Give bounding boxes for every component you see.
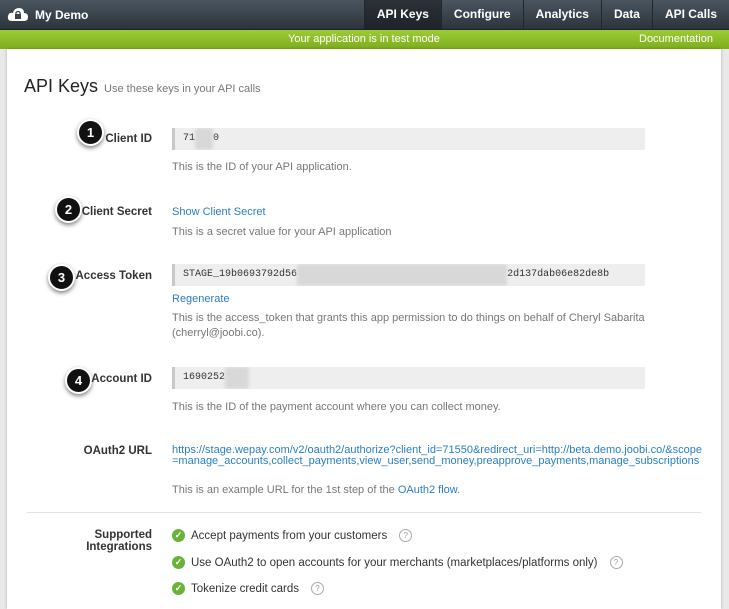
nav-data[interactable]: Data	[600, 0, 652, 29]
nav-configure[interactable]: Configure	[440, 0, 523, 29]
access-token-value-end: 2d137dab06e82de8b	[507, 269, 610, 280]
access-token-label: Access Token	[75, 270, 153, 282]
test-mode-message: Your application is in test mode	[288, 33, 440, 45]
api-keys-panel: API Keys Use these keys in your API calls…	[7, 49, 721, 609]
check-circle-icon: ✓	[172, 582, 185, 595]
client-id-value-end: 0	[213, 133, 220, 144]
page-title: API Keys Use these keys in your API calls	[24, 76, 261, 97]
redacted-value: XXX	[195, 128, 214, 150]
help-question-icon[interactable]: ?	[399, 529, 413, 542]
nav-api-calls[interactable]: API Calls	[651, 0, 729, 29]
oauth2-flow-link[interactable]: OAuth2 flow	[398, 484, 457, 496]
nav-api-keys[interactable]: API Keys	[363, 0, 441, 29]
oauth2-url-label: OAuth2 URL	[83, 445, 152, 457]
main-nav: API Keys Configure Analytics Data API Ca…	[363, 0, 729, 29]
client-id-help: This is the ID of your API application.	[172, 161, 352, 173]
page-title-text: API Keys	[24, 76, 99, 96]
help-question-icon[interactable]: ?	[609, 556, 623, 569]
account-id-value-start: 1690252	[183, 372, 226, 383]
check-circle-icon: ✓	[172, 529, 185, 542]
account-id-label: Account ID	[91, 373, 152, 385]
client-secret-label: Client Secret	[81, 206, 152, 218]
client-id-label: Client ID	[105, 133, 152, 145]
supported-integrations-label: Supported Integrations	[86, 529, 152, 553]
app-brand[interactable]: My Demo	[7, 5, 88, 24]
oauth2-help-prefix: This is an example URL for the 1st step …	[172, 484, 398, 496]
check-circle-icon: ✓	[172, 556, 185, 569]
app-name: My Demo	[35, 7, 89, 22]
access-token-value-start: STAGE_19b0693792d56	[183, 269, 298, 280]
integration-item: ✓ Tokenize credit cards ?	[172, 582, 325, 595]
redacted-value: XXXX	[225, 367, 250, 389]
oauth2-help: This is an example URL for the 1st step …	[172, 483, 460, 498]
integration-text: Tokenize credit cards	[191, 582, 300, 595]
documentation-link[interactable]: Documentation	[639, 33, 713, 45]
cloud-lock-icon	[7, 6, 29, 24]
client-id-value-start: 71	[183, 133, 196, 144]
redacted-value: XXXXXXXXXXXXXXXXXXXXXXXXXXXXXXXXXXX	[297, 264, 508, 286]
help-question-icon[interactable]: ?	[311, 582, 325, 595]
show-client-secret-link[interactable]: Show Client Secret	[172, 206, 266, 218]
section-divider	[27, 512, 701, 513]
integration-text: Accept payments from your customers	[191, 529, 388, 542]
oauth2-help-suffix: .	[457, 484, 461, 496]
account-id-help: This is the ID of the payment account wh…	[172, 401, 501, 413]
access-token-help: This is the access_token that grants thi…	[172, 312, 645, 339]
client-secret-help: This is a secret value for your API appl…	[172, 226, 392, 238]
nav-analytics[interactable]: Analytics	[522, 0, 601, 29]
regenerate-token-link[interactable]: Regenerate	[172, 293, 230, 305]
integration-item: ✓ Accept payments from your customers ?	[172, 529, 413, 542]
top-navigation-bar: My Demo API Keys Configure Analytics Dat…	[0, 0, 729, 30]
client-id-field[interactable]: 71XXX0	[172, 128, 645, 150]
integration-text: Use OAuth2 to open accounts for your mer…	[191, 556, 598, 569]
account-id-field[interactable]: 1690252XXXX	[172, 367, 645, 389]
access-token-field[interactable]: STAGE_19b0693792d56XXXXXXXXXXXXXXXXXXXXX…	[172, 264, 645, 286]
test-mode-bar: Your application is in test mode Documen…	[0, 30, 729, 49]
page-subtitle: Use these keys in your API calls	[104, 83, 261, 95]
integration-item: ✓ Use OAuth2 to open accounts for your m…	[172, 556, 623, 569]
oauth2-url-link[interactable]: https://stage.wepay.com/v2/oauth2/author…	[172, 445, 702, 467]
